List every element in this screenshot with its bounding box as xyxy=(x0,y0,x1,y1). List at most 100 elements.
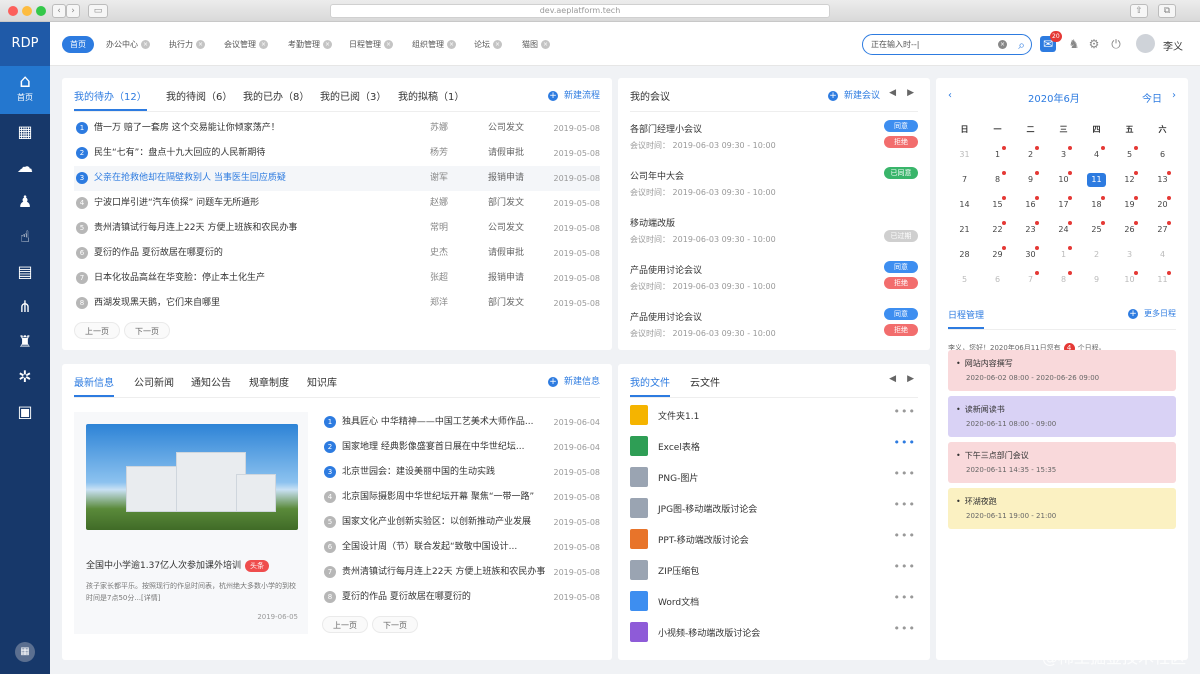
today-button[interactable]: 今日 xyxy=(1142,90,1162,105)
meeting-item[interactable]: 产品使用讨论会议 会议时间： 2019-06-03 09:30 - 10:00 … xyxy=(630,261,918,308)
news-title[interactable]: 贵州清镇试行每月连上22天 方便上班族和农民办事 xyxy=(342,560,545,585)
share-icon[interactable]: ⇧ xyxy=(1130,4,1148,18)
table-row[interactable]: 7 日本化妆品高丝在华变脸：停止本土化生产 张超 报销申请 2019-05-08 xyxy=(74,266,600,291)
list-item[interactable]: 8 夏衍的作品 夏衍故居在哪夏衍的 2019-05-08 xyxy=(324,585,600,610)
close-icon[interactable]: × xyxy=(259,40,268,49)
hand-pointer-icon[interactable]: ☝ xyxy=(0,219,50,254)
tab-office[interactable]: 办公中心 × xyxy=(100,36,152,53)
calendar-day[interactable]: 11 xyxy=(1080,173,1113,197)
tab-done[interactable]: 我的已办（8） xyxy=(243,88,309,103)
more-icon[interactable]: ••• xyxy=(894,560,916,573)
users-icon[interactable]: ♟ xyxy=(0,184,50,219)
calendar-day[interactable]: 6 xyxy=(1146,148,1179,172)
calendar-day[interactable]: 1 xyxy=(981,146,1014,172)
meeting-item[interactable]: 移动端改版 会议时间： 2019-06-03 09:30 - 10:00 已过期 xyxy=(630,214,918,261)
close-icon[interactable]: × xyxy=(323,40,332,49)
close-icon[interactable]: × xyxy=(196,40,205,49)
file-item[interactable]: Excel表格 ••• xyxy=(630,431,918,462)
reject-button[interactable]: 拒绝 xyxy=(884,277,918,289)
close-icon[interactable]: × xyxy=(447,40,456,49)
tab-notices[interactable]: 通知公告 xyxy=(191,374,231,389)
calendar-day[interactable]: 1 xyxy=(1047,246,1080,272)
calendar-day[interactable]: 18 xyxy=(1080,196,1113,222)
calendar-day[interactable]: 11 xyxy=(1146,271,1179,297)
gear-icon[interactable]: ⚙ xyxy=(1086,36,1102,52)
table-row[interactable]: 6 夏衍的作品 夏衍故居在哪夏衍的 史杰 请假审批 2019-05-08 xyxy=(74,241,600,266)
calendar-day[interactable]: 22 xyxy=(981,221,1014,247)
calendar-day[interactable]: 7 xyxy=(1014,271,1047,297)
table-row[interactable]: 1 借一万 赔了一套房 这个交易能让你倾家荡产！ 苏娜 公司发文 2019-05-08 xyxy=(74,116,600,141)
calendar-day[interactable]: 2 xyxy=(1014,146,1047,172)
close-window-button[interactable] xyxy=(8,6,18,16)
calendar-day[interactable]: 9 xyxy=(1014,171,1047,197)
next-page-button[interactable]: 下一页 xyxy=(372,616,418,633)
tab-meetings[interactable]: 会议管理 × xyxy=(218,36,270,53)
featured-news[interactable]: 全国中小学逾1.37亿人次参加课外培训 头条 孩子家长都平乐。按照现行的作息时间表… xyxy=(74,412,308,634)
calendar-day[interactable]: 16 xyxy=(1014,196,1047,222)
calendar-day[interactable]: 15 xyxy=(981,196,1014,222)
prev-page-button[interactable]: 上一页 xyxy=(74,322,120,339)
schedule-item[interactable]: 网站内容撰写 2020-06-02 08:00 - 2020-06-26 09:0… xyxy=(948,350,1176,391)
news-title[interactable]: 北京国际摄影周中华世纪坛开幕 聚焦“一带一路” xyxy=(342,485,534,510)
search-icon[interactable]: ⌕ xyxy=(1018,36,1025,55)
calendar-day[interactable]: 10 xyxy=(1047,171,1080,197)
close-icon[interactable]: × xyxy=(493,40,502,49)
row-title[interactable]: 西湖发现黑天鹅，它们来自哪里 xyxy=(94,291,220,316)
schedule-item[interactable]: 下午三点部门会议 2020-06-11 14:35 - 15:35 xyxy=(948,442,1176,483)
list-item[interactable]: 6 全国设计周（节）联合发起“致敬中国设计... 2019-05-08 xyxy=(324,535,600,560)
calendar-day[interactable]: 8 xyxy=(981,171,1014,197)
news-title[interactable]: 全国设计周（节）联合发起“致敬中国设计... xyxy=(342,535,517,560)
tab-todo[interactable]: 我的待办（12） xyxy=(74,88,147,111)
more-icon[interactable]: ••• xyxy=(894,591,916,604)
tab-forum[interactable]: 论坛 × xyxy=(468,36,504,53)
tab-cloud-files[interactable]: 云文件 xyxy=(690,374,720,389)
calendar-day[interactable]: 9 xyxy=(1080,273,1113,297)
close-icon[interactable]: × xyxy=(541,40,550,49)
more-schedule-button[interactable]: + 更多日程 xyxy=(1128,308,1176,319)
prev-page-button[interactable]: 上一页 xyxy=(322,616,368,633)
reject-button[interactable]: 拒绝 xyxy=(884,324,918,336)
tab-cat-pictures[interactable]: 猫图 × xyxy=(516,36,552,53)
network-icon[interactable]: ✲ xyxy=(0,359,50,394)
apps-grid-icon[interactable]: ▦ xyxy=(15,642,35,662)
group-icon[interactable]: ♜ xyxy=(0,324,50,359)
file-item[interactable]: 小视频-移动端改版讨论会 ••• xyxy=(630,617,918,648)
tabs-icon[interactable]: ⧉ xyxy=(1158,4,1176,18)
calendar-day[interactable]: 3 xyxy=(1047,146,1080,172)
news-title[interactable]: 夏衍的作品 夏衍故居在哪夏衍的 xyxy=(342,585,471,610)
calendar-day[interactable]: 24 xyxy=(1047,221,1080,247)
calendar-day[interactable]: 21 xyxy=(948,223,981,247)
sidebar-item-home[interactable]: ⌂ 首页 xyxy=(0,66,50,114)
row-title[interactable]: 父亲在抢救他却在隔壁救别人 当事医生回应质疑 xyxy=(94,166,286,191)
calendar-day[interactable]: 19 xyxy=(1113,196,1146,222)
more-icon[interactable]: ••• xyxy=(894,529,916,542)
tab-company-news[interactable]: 公司新闻 xyxy=(134,374,174,389)
agree-button[interactable]: 同意 xyxy=(884,120,918,132)
schedule-item[interactable]: 环湖夜跑 2020-06-11 19:00 - 21:00 xyxy=(948,488,1176,529)
calendar-day[interactable]: 28 xyxy=(948,248,981,272)
tab-regulations[interactable]: 规章制度 xyxy=(249,374,289,389)
file-item[interactable]: JPG图-移动端改版讨论会 ••• xyxy=(630,493,918,524)
search-input[interactable]: 正在输入时--| × ⌕ xyxy=(862,34,1032,55)
list-item[interactable]: 3 北京世园会：建设美丽中国的生动实践 2019-05-08 xyxy=(324,460,600,485)
reject-button[interactable]: 拒绝 xyxy=(884,136,918,148)
avatar[interactable] xyxy=(1136,34,1155,53)
featured-news-title[interactable]: 全国中小学逾1.37亿人次参加课外培训 头条 xyxy=(86,558,270,572)
calendar-icon[interactable]: ▤ xyxy=(0,254,50,289)
next-page-button[interactable]: 下一页 xyxy=(124,322,170,339)
new-meeting-button[interactable]: + 新建会议 xyxy=(827,88,880,101)
tab-organization[interactable]: 组织管理 × xyxy=(406,36,458,53)
building-icon[interactable]: ▦ xyxy=(0,114,50,149)
tab-my-files[interactable]: 我的文件 xyxy=(630,374,670,397)
calendar-day[interactable]: 27 xyxy=(1146,221,1179,247)
user-name[interactable]: 李义 xyxy=(1163,38,1183,53)
sidebar-toggle-icon[interactable]: ▭ xyxy=(88,4,108,18)
row-title[interactable]: 宁波口岸引进“汽车侦探” 问题车无所遁形 xyxy=(94,191,259,216)
close-icon[interactable]: × xyxy=(384,40,393,49)
table-row[interactable]: 4 宁波口岸引进“汽车侦探” 问题车无所遁形 赵娜 部门发文 2019-05-08 xyxy=(74,191,600,216)
row-title[interactable]: 夏衍的作品 夏衍故居在哪夏衍的 xyxy=(94,241,223,266)
new-info-button[interactable]: + 新建信息 xyxy=(547,374,600,387)
forward-icon[interactable]: › xyxy=(66,4,80,18)
close-icon[interactable]: × xyxy=(141,40,150,49)
zoom-window-button[interactable] xyxy=(36,6,46,16)
